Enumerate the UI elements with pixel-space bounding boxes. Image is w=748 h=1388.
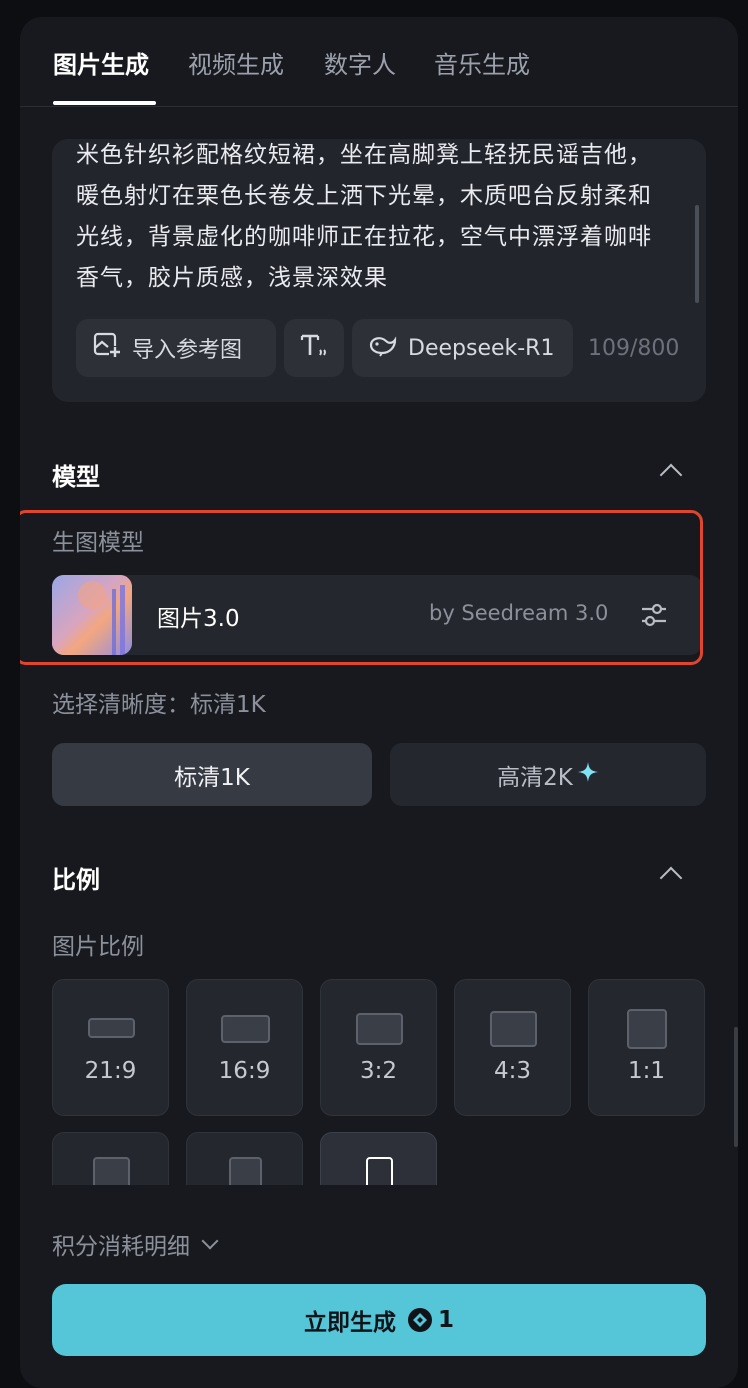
prompt-box: 米色针织衫配格纹短裙，坐在高脚凳上轻抚民谣吉他，暖色射灯在栗色长卷发上洒下光晕，…	[52, 139, 706, 402]
resolution-1k-button[interactable]: 标清1K	[52, 743, 372, 806]
text-format-icon	[299, 332, 329, 364]
model-thumbnail	[52, 575, 132, 655]
settings-sliders-icon[interactable]	[640, 602, 668, 632]
ratio-3-2-icon	[356, 1013, 403, 1045]
ratio-9-16-icon	[366, 1157, 393, 1185]
ratio-3-2-label: 3:2	[359, 1058, 397, 1084]
tab-bar: 图片生成 视频生成 数字人 音乐生成	[20, 17, 738, 107]
generate-label: 立即生成	[303, 1310, 396, 1336]
ratio-16-9-button[interactable]: 16:9	[186, 979, 303, 1116]
ratio-2-3-icon	[229, 1157, 262, 1185]
ratio-21-9-icon	[88, 1018, 135, 1038]
ratio-section-title: 比例	[52, 866, 100, 894]
import-reference-label: 导入参考图	[132, 338, 243, 363]
ratio-4-3-icon	[490, 1011, 537, 1047]
ratio-2-3-button[interactable]	[186, 1132, 303, 1185]
model-collapse-chevron-up-icon[interactable]	[659, 463, 683, 487]
ratio-grid: 21:9 16:9 3:2 4:3 1:1	[52, 977, 712, 1185]
resolution-2k-button[interactable]: 高清2K	[390, 743, 706, 806]
points-details-label: 积分消耗明细	[52, 1234, 190, 1260]
deepseek-label: Deepseek-R1	[408, 335, 555, 361]
image-add-icon	[92, 331, 122, 365]
active-tab-indicator	[53, 101, 156, 105]
ratio-16-9-icon	[221, 1015, 270, 1043]
ratio-3-2-button[interactable]: 3:2	[320, 979, 437, 1116]
tab-music-generation[interactable]: 音乐生成	[434, 45, 530, 80]
model-name: 图片3.0	[157, 606, 240, 632]
prompt-textarea[interactable]: 米色针织衫配格纹短裙，坐在高脚凳上轻抚民谣吉他，暖色射灯在栗色长卷发上洒下光晕，…	[76, 139, 656, 303]
panel-scrollbar[interactable]	[734, 1027, 738, 1147]
whale-icon	[368, 333, 398, 363]
ratio-3-4-icon	[93, 1157, 130, 1185]
tab-digital-human[interactable]: 数字人	[324, 45, 396, 80]
generate-cost: 1	[437, 1307, 454, 1333]
ratio-21-9-button[interactable]: 21:9	[52, 979, 169, 1116]
chevron-down-icon	[201, 1232, 219, 1250]
resolution-label: 选择清晰度：标清1K	[52, 692, 266, 718]
generate-button[interactable]: 立即生成 1	[52, 1284, 706, 1356]
image-model-label: 生图模型	[52, 530, 144, 556]
credit-icon	[407, 1308, 432, 1332]
ratio-4-3-label: 4:3	[493, 1058, 531, 1084]
image-ratio-label: 图片比例	[52, 934, 144, 960]
ratio-16-9-label: 16:9	[218, 1058, 271, 1084]
text-format-button[interactable]	[284, 319, 344, 377]
ratio-collapse-chevron-up-icon[interactable]	[659, 866, 683, 890]
sparkle-icon	[577, 761, 599, 789]
points-details-toggle[interactable]: 积分消耗明细	[52, 1227, 219, 1261]
ratio-1-1-icon	[627, 1009, 667, 1049]
tab-image-generation[interactable]: 图片生成	[53, 45, 149, 80]
ratio-21-9-label: 21:9	[84, 1058, 137, 1084]
prompt-scrollbar[interactable]	[695, 205, 699, 303]
tab-video-generation[interactable]: 视频生成	[188, 45, 284, 80]
ratio-1-1-label: 1:1	[627, 1058, 665, 1084]
import-reference-button[interactable]: 导入参考图	[76, 319, 276, 377]
ratio-4-3-button[interactable]: 4:3	[454, 979, 571, 1116]
model-provider: by Seedream 3.0	[429, 601, 609, 625]
model-section-title: 模型	[52, 463, 100, 491]
resolution-2k-label: 高清2K	[497, 764, 573, 791]
ratio-1-1-button[interactable]: 1:1	[588, 979, 705, 1116]
ratio-3-4-button[interactable]	[52, 1132, 169, 1185]
resolution-1k-label: 标清1K	[174, 764, 250, 791]
ratio-9-16-button[interactable]	[320, 1132, 437, 1185]
char-count: 109/800	[588, 336, 680, 361]
generation-panel: 图片生成 视频生成 数字人 音乐生成 米色针织衫配格纹短裙，坐在高脚凳上轻抚民谣…	[20, 17, 738, 1388]
deepseek-model-button[interactable]: Deepseek-R1	[352, 319, 573, 377]
model-selector[interactable]: 图片3.0 by Seedream 3.0	[52, 575, 702, 655]
